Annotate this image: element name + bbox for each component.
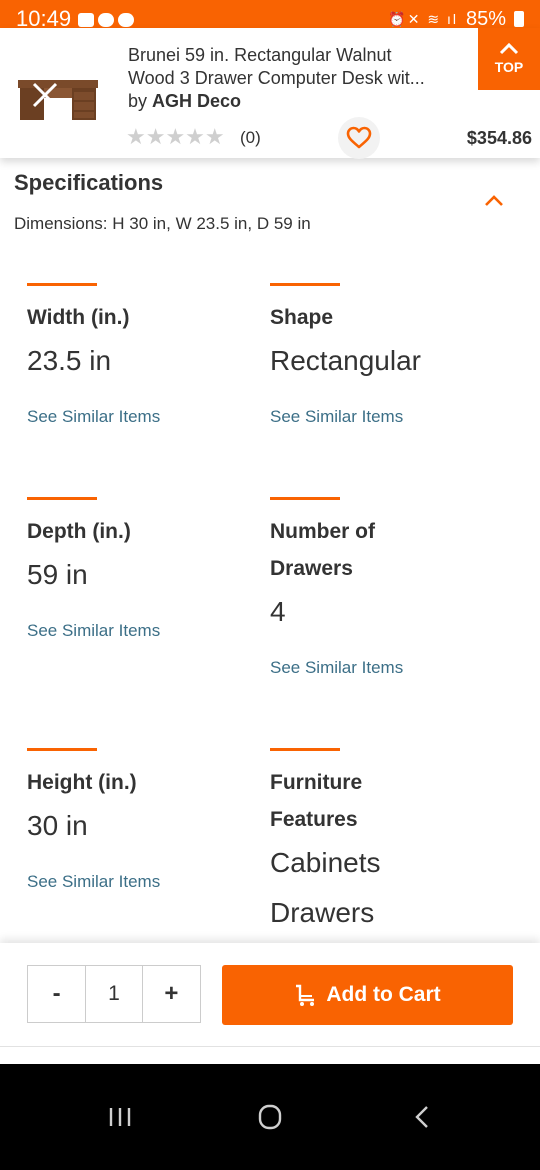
dimensions-text: Dimensions: H 30 in, W 23.5 in, D 59 in xyxy=(14,214,311,233)
spec-accent-bar xyxy=(270,497,340,500)
spec-value: Cabinets xyxy=(270,847,381,878)
close-icon[interactable] xyxy=(30,80,60,110)
bottom-divider xyxy=(0,1046,540,1064)
battery-percent: 85% xyxy=(465,8,506,30)
status-right: ⏰✕ ≋ ıl 85% xyxy=(388,8,524,30)
spec-accent-bar xyxy=(270,748,340,751)
spec-accent-bar xyxy=(270,283,340,286)
top-label: TOP xyxy=(494,59,524,75)
alarm-mute-wifi-signal-icons: ⏰✕ ≋ ıl xyxy=(388,11,458,27)
battery-icon xyxy=(514,11,524,27)
spec-value-2: Drawers xyxy=(270,897,375,928)
spec-accent-bar xyxy=(27,283,97,286)
spec-depth: Depth (in.) 59 in See Similar Items xyxy=(27,497,257,642)
spec-label: Height (in.) xyxy=(27,771,137,794)
spec-value: 23.5 in xyxy=(27,345,112,376)
home-icon[interactable] xyxy=(250,1102,290,1132)
spec-value: 30 in xyxy=(27,810,88,841)
messenger-notification-icon xyxy=(98,13,114,27)
chevron-up-icon xyxy=(499,43,519,55)
quantity-stepper: - 1 + xyxy=(27,965,201,1023)
see-similar-items-link[interactable]: See Similar Items xyxy=(270,657,403,679)
add-to-cart-button[interactable]: Add to Cart xyxy=(222,965,513,1025)
cart-icon xyxy=(296,984,315,1006)
back-icon[interactable] xyxy=(403,1102,443,1132)
by-prefix: by xyxy=(128,91,148,111)
review-count[interactable]: (0) xyxy=(240,127,261,149)
spec-label: Furniture Features xyxy=(270,771,363,831)
product-title[interactable]: Brunei 59 in. Rectangular Walnut Wood 3 … xyxy=(128,44,478,90)
brand-line: by AGH Deco xyxy=(128,90,241,112)
spec-value: 4 xyxy=(270,596,286,627)
rating-stars: ★★★★★ xyxy=(126,124,225,149)
product-title-line2: Wood 3 Drawer Computer Desk wit... xyxy=(128,68,425,88)
see-similar-items-link[interactable]: See Similar Items xyxy=(27,406,160,428)
specifications-title[interactable]: Specifications xyxy=(14,170,163,196)
add-to-cart-bar: - 1 + Add to Cart xyxy=(0,943,540,1046)
spec-value: 59 in xyxy=(27,559,88,590)
spec-label: Depth (in.) xyxy=(27,520,131,543)
system-nav-bar xyxy=(0,1064,540,1170)
spec-label: Shape xyxy=(270,306,334,329)
add-to-cart-label: Add to Cart xyxy=(326,983,441,1006)
spec-value: Rectangular xyxy=(270,345,421,376)
chat-notification-icon xyxy=(118,13,134,27)
increment-button[interactable]: + xyxy=(143,966,200,1022)
decrement-button[interactable]: - xyxy=(28,966,85,1022)
heart-icon xyxy=(346,126,372,149)
spec-accent-bar xyxy=(27,497,97,500)
recents-icon[interactable] xyxy=(100,1102,140,1132)
spec-shape: Shape Rectangular See Similar Items xyxy=(270,283,500,428)
see-similar-items-link[interactable]: See Similar Items xyxy=(27,620,160,642)
brand-name[interactable]: AGH Deco xyxy=(152,91,241,111)
notification-icons xyxy=(78,13,134,27)
see-similar-items-link[interactable]: See Similar Items xyxy=(27,871,160,893)
back-to-top-button[interactable]: TOP xyxy=(478,28,540,90)
collapse-chevron-icon[interactable] xyxy=(482,192,506,208)
status-time: 10:49 xyxy=(16,6,72,31)
see-similar-items-link[interactable]: See Similar Items xyxy=(270,406,403,428)
spec-number-of-drawers: Number of Drawers 4 See Similar Items xyxy=(270,497,450,679)
spec-height: Height (in.) 30 in See Similar Items xyxy=(27,748,257,893)
spec-accent-bar xyxy=(27,748,97,751)
quantity-field[interactable]: 1 xyxy=(85,966,143,1022)
spec-width: Width (in.) 23.5 in See Similar Items xyxy=(27,283,257,428)
product-title-line1: Brunei 59 in. Rectangular Walnut xyxy=(128,45,392,65)
product-price: $354.86 xyxy=(466,128,532,148)
spec-label: Width (in.) xyxy=(27,306,130,329)
status-bar: 10:49 ⏰✕ ≋ ıl 85% xyxy=(0,0,540,31)
spec-furniture-features: Furniture Features Cabinets Drawers xyxy=(270,748,450,938)
photo-notification-icon xyxy=(78,13,94,27)
favorite-button[interactable] xyxy=(338,117,380,159)
product-header: Brunei 59 in. Rectangular Walnut Wood 3 … xyxy=(0,28,540,159)
spec-label: Number of Drawers xyxy=(270,520,375,580)
